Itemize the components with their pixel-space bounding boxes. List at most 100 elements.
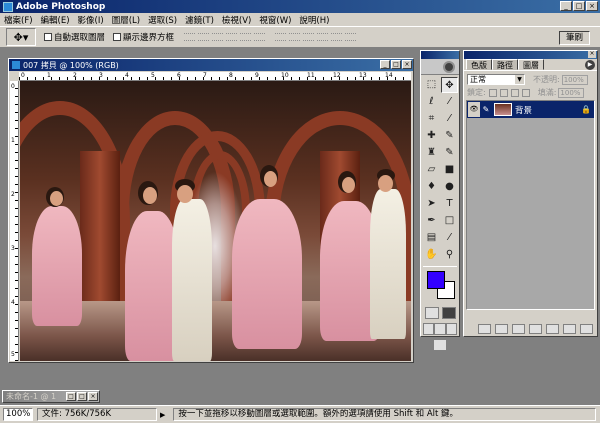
vertical-ruler[interactable]: 0 1 2 3 4 5 [10, 81, 19, 361]
status-menu-arrow-icon[interactable]: ▶ [160, 411, 165, 419]
align-right-icon[interactable] [254, 33, 266, 41]
quick-mask-icon[interactable] [441, 307, 456, 319]
lock-paint-icon[interactable] [499, 88, 508, 97]
eyedropper-icon[interactable]: ⁄ [441, 230, 458, 246]
maximize-button[interactable]: □ [77, 392, 87, 401]
screen-mode-black-icon[interactable] [445, 323, 457, 335]
checkbox-box[interactable] [44, 33, 52, 41]
distribute-middle-icon[interactable] [289, 33, 301, 41]
zoom-icon[interactable]: ⚲ [441, 247, 458, 263]
eye-visibility-icon[interactable]: 👁 [468, 102, 480, 117]
tab-paths[interactable]: 路徑 [492, 59, 518, 70]
distribute-left-icon[interactable] [317, 33, 329, 41]
palette-menu-arrow-icon[interactable]: ▶ [585, 60, 595, 70]
lock-move-icon[interactable] [510, 88, 519, 97]
minimize-button[interactable]: _ [560, 1, 572, 11]
checkbox-box[interactable] [113, 33, 122, 41]
minimized-document-window[interactable]: 未命名-1 @ 1 □ □ × [2, 390, 100, 403]
menu-filter[interactable]: 濾鏡(T) [185, 14, 214, 26]
move-icon[interactable]: ✥ [441, 77, 458, 93]
distribute-center-icon[interactable] [331, 33, 343, 41]
document-canvas[interactable] [20, 81, 411, 361]
stamp-icon[interactable]: ♜ [423, 145, 440, 161]
fill-field[interactable]: 100% [558, 87, 585, 98]
link-layers-icon[interactable] [478, 324, 491, 334]
menu-layer[interactable]: 圖層(L) [112, 14, 140, 26]
brush-icon[interactable]: ✎ [441, 128, 458, 144]
add-mask-icon[interactable] [512, 324, 525, 334]
trash-icon[interactable] [580, 324, 593, 334]
align-bottom-icon[interactable] [212, 33, 224, 41]
horizontal-ruler[interactable]: 0 1 2 3 4 5 6 7 8 9 10 11 12 13 14 [19, 72, 411, 81]
align-center-icon[interactable] [240, 33, 252, 41]
palette-close-button[interactable]: × [588, 51, 596, 58]
type-icon[interactable]: T [441, 196, 458, 212]
photoshop-eye-icon [443, 61, 455, 73]
lock-transparency-icon[interactable] [488, 88, 497, 97]
document-title-bar[interactable]: 007 拷貝 @ 100% (RGB) _ □ × [9, 59, 413, 71]
menu-window[interactable]: 視窗(W) [259, 14, 291, 26]
screen-mode-full-icon[interactable] [434, 323, 446, 335]
move-tool-icon: ✥▾ [13, 30, 29, 44]
slice-icon[interactable]: ⁄ [441, 111, 458, 127]
align-top-icon[interactable] [184, 33, 196, 41]
shape-icon[interactable]: □ [441, 213, 458, 229]
menu-select[interactable]: 選取(S) [148, 14, 177, 26]
blend-mode-select[interactable]: 正常 ▼ [467, 74, 525, 85]
distribute-top-icon[interactable] [275, 33, 287, 41]
align-left-icon[interactable] [226, 33, 238, 41]
toolbox-logo[interactable] [421, 59, 459, 75]
restore-button[interactable]: □ [66, 392, 76, 401]
lasso-icon[interactable]: ℓ [423, 94, 440, 110]
standard-mode-icon[interactable] [424, 307, 439, 319]
zoom-level-field[interactable]: 100% [3, 408, 33, 421]
new-layer-icon[interactable] [563, 324, 576, 334]
tab-channels[interactable]: 色版 [466, 59, 492, 70]
opacity-field[interactable]: 100% [561, 74, 588, 85]
opacity-label: 不透明: [533, 75, 560, 84]
marquee-icon[interactable]: ⬚ [423, 77, 440, 93]
distribute-right-icon[interactable] [345, 33, 357, 41]
eraser-icon[interactable]: ▱ [423, 162, 440, 178]
close-button[interactable]: × [88, 392, 98, 401]
menu-view[interactable]: 檢視(V) [222, 14, 251, 26]
dodge-icon[interactable]: ● [441, 179, 458, 195]
menu-edit[interactable]: 編輯(E) [41, 14, 70, 26]
magic-wand-icon[interactable]: ⁄ [441, 94, 458, 110]
lock-all-icon[interactable] [521, 88, 530, 97]
doc-minimize-button[interactable]: _ [380, 60, 390, 69]
close-button[interactable]: × [586, 1, 598, 11]
menu-bar: 檔案(F) 編輯(E) 影像(I) 圖層(L) 選取(S) 濾鏡(T) 檢視(V… [0, 13, 600, 26]
pen-icon[interactable]: ✒ [423, 213, 440, 229]
toolbox-title-bar[interactable] [421, 51, 459, 59]
foreground-color-swatch[interactable] [427, 271, 445, 289]
notes-icon[interactable]: ▤ [423, 230, 440, 246]
show-bounding-box-checkbox[interactable]: 顯示邊界方框 [113, 31, 174, 43]
crop-icon[interactable]: ⌗ [423, 111, 440, 127]
path-select-icon[interactable]: ➤ [423, 196, 440, 212]
hand-icon[interactable]: ✋ [423, 247, 440, 263]
menu-image[interactable]: 影像(I) [78, 14, 104, 26]
menu-file[interactable]: 檔案(F) [4, 14, 33, 26]
brushes-palette-tab[interactable]: 筆刷 [558, 31, 590, 45]
menu-help[interactable]: 說明(H) [299, 14, 329, 26]
adjustment-layer-icon[interactable] [546, 324, 559, 334]
layer-style-icon[interactable] [495, 324, 508, 334]
doc-close-button[interactable]: × [402, 60, 412, 69]
tab-layers[interactable]: 圖層 [518, 59, 544, 70]
maximize-button[interactable]: □ [573, 1, 585, 11]
screen-mode-standard-icon[interactable] [423, 323, 435, 335]
new-set-icon[interactable] [529, 324, 542, 334]
tool-preset-picker[interactable]: ✥▾ [6, 28, 36, 46]
align-middle-icon[interactable] [198, 33, 210, 41]
layer-row[interactable]: 👁 ✎ 背景 🔒 [467, 101, 594, 118]
gradient-icon[interactable]: ■ [441, 162, 458, 178]
blur-icon[interactable]: ♦ [423, 179, 440, 195]
history-brush-icon[interactable]: ✎ [441, 145, 458, 161]
jump-to-imageready-icon[interactable] [433, 339, 447, 351]
auto-select-layer-checkbox[interactable]: 自動選取圖層 [44, 31, 105, 43]
palette-title-bar[interactable]: × [464, 51, 597, 59]
doc-maximize-button[interactable]: □ [391, 60, 401, 69]
healing-brush-icon[interactable]: ✚ [423, 128, 440, 144]
distribute-bottom-icon[interactable] [303, 33, 315, 41]
